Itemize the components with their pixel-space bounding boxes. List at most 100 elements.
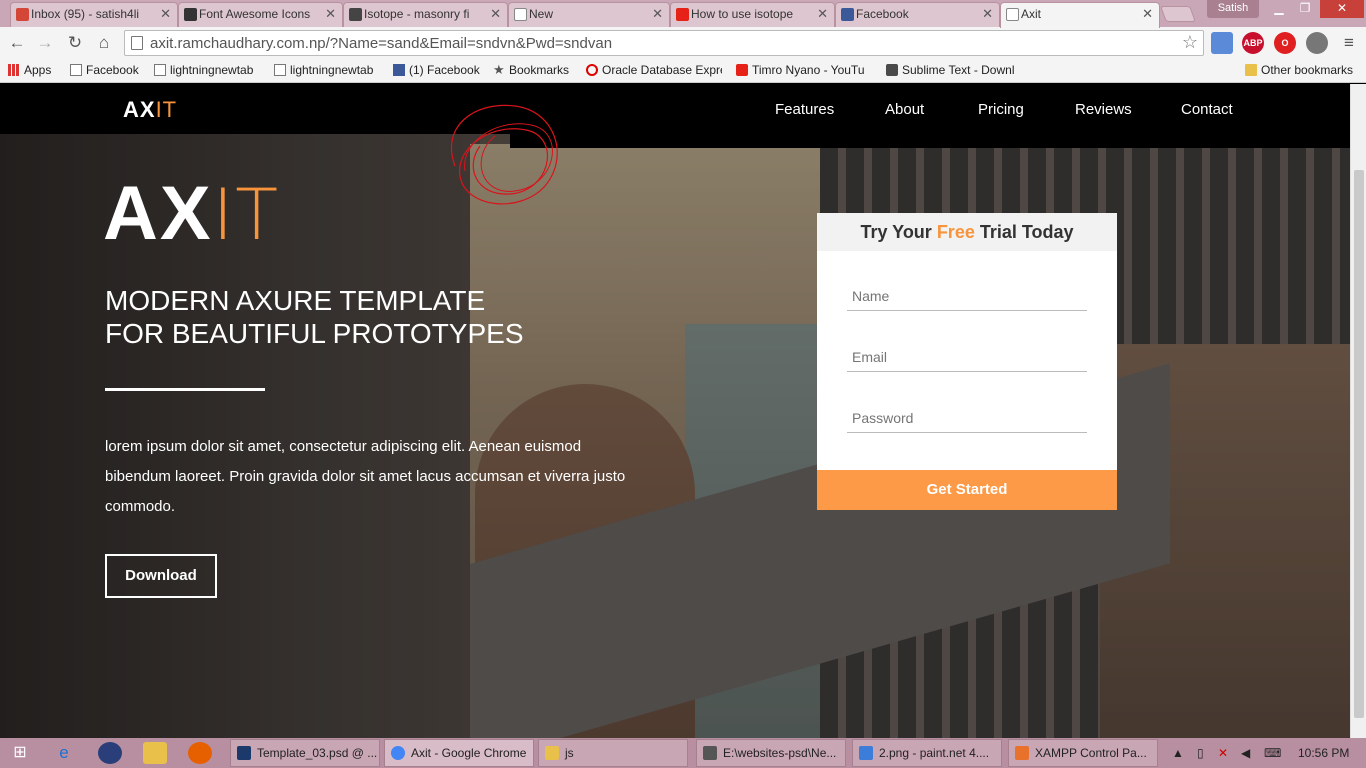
bookmark-sublime[interactable]: Sublime Text - Downl [886, 62, 1022, 79]
trial-signup-form: Try Your Free Trial Today Get Started [817, 213, 1117, 510]
isotope-icon [349, 8, 362, 21]
photoshop-icon [237, 746, 251, 760]
taskbar-clock[interactable]: 10:56 PM [1298, 746, 1349, 760]
hero-description: lorem ipsum dolor sit amet, consectetur … [105, 438, 626, 515]
file-explorer-icon[interactable] [143, 742, 167, 764]
address-bar[interactable]: axit.ramchaudhary.com.np/?Name=sand&Emai… [124, 30, 1204, 56]
page-icon [70, 64, 82, 76]
bookmark-facebook-notifications[interactable]: (1) Facebook [393, 62, 485, 79]
folder-icon [1245, 64, 1257, 76]
bookmark-youtube[interactable]: Timro Nyano - YouTu [736, 62, 872, 79]
gmail-icon [16, 8, 29, 21]
hero-divider [105, 388, 265, 391]
opera-extension-icon[interactable]: O [1274, 32, 1296, 54]
taskbar-js-folder[interactable]: js [538, 739, 688, 767]
chrome-icon [391, 746, 405, 760]
browser-toolbar: ← → ↻ ⌂ axit.ramchaudhary.com.np/?Name=s… [0, 27, 1366, 59]
home-icon[interactable]: ⌂ [93, 32, 115, 54]
bookmark-apps[interactable]: Apps [8, 62, 60, 79]
taskbar-chrome[interactable]: Axit - Google Chrome [384, 739, 534, 767]
tab-gmail[interactable]: Inbox (95) - satish4li ✕ [10, 2, 178, 27]
taskbar-xampp[interactable]: XAMPP Control Pa... [1008, 739, 1158, 767]
close-icon[interactable]: ✕ [325, 3, 336, 25]
page-viewport: AXIT Features About Pricing Reviews Cont… [0, 84, 1366, 738]
close-icon[interactable]: ✕ [817, 3, 828, 25]
bookmark-bookmarks[interactable]: ★ Bookmarks [493, 62, 575, 79]
globe-extension-icon[interactable] [1306, 32, 1328, 54]
tab-isotope[interactable]: Isotope - masonry fi ✕ [343, 2, 508, 27]
volume-icon[interactable]: ◀ [1241, 746, 1250, 760]
close-icon[interactable]: ✕ [982, 3, 993, 25]
youtube-icon [736, 64, 748, 76]
sublime-taskbar-icon[interactable] [98, 742, 122, 764]
facebook-icon [393, 64, 405, 76]
bookmark-facebook[interactable]: Facebook [70, 62, 145, 79]
network-icon[interactable]: ✕ [1218, 746, 1228, 760]
taskbar-explorer-path[interactable]: E:\websites-psd\Ne... [696, 739, 846, 767]
browser-tabstrip: Inbox (95) - satish4li ✕ Font Awesome Ico… [0, 0, 1366, 28]
bookmark-star-icon[interactable]: ☆ [1182, 32, 1198, 53]
page-scrollbar[interactable] [1350, 84, 1366, 738]
flag-icon [184, 8, 197, 21]
url-text[interactable]: axit.ramchaudhary.com.np/?Name=sand&Emai… [150, 35, 612, 52]
battery-icon[interactable]: ▯ [1197, 746, 1204, 760]
firefox-icon[interactable] [188, 742, 212, 764]
page-icon [274, 64, 286, 76]
bookmark-oracle[interactable]: Oracle Database Expre [586, 62, 722, 79]
page-icon [131, 36, 143, 50]
site-logo[interactable]: AXIT [123, 97, 177, 123]
tab-axit[interactable]: Axit ✕ [1000, 2, 1160, 28]
reload-icon[interactable]: ↻ [64, 32, 86, 54]
email-field[interactable] [847, 342, 1087, 372]
back-icon[interactable]: ← [6, 32, 28, 54]
page-icon [514, 8, 527, 21]
xampp-icon [1015, 746, 1029, 760]
adblock-icon[interactable]: ABP [1242, 32, 1264, 54]
window-close-icon[interactable]: ✕ [1320, 0, 1364, 18]
user-badge[interactable]: Satish [1207, 0, 1259, 18]
tab-font-awesome[interactable]: Font Awesome Icons ✕ [178, 2, 343, 27]
tab-new[interactable]: New ✕ [508, 2, 670, 27]
nav-pricing[interactable]: Pricing [978, 101, 1024, 118]
tab-youtube-isotope[interactable]: How to use isotope ✕ [670, 2, 835, 27]
new-tab-button[interactable] [1160, 6, 1196, 22]
bookmark-lightningnewtab-2[interactable]: lightningnewtab [274, 62, 384, 79]
menu-icon[interactable]: ≡ [1338, 32, 1360, 54]
internet-explorer-icon[interactable]: e [52, 742, 76, 764]
page-icon [1006, 8, 1019, 21]
taskbar-paintnet[interactable]: 2.png - paint.net 4.... [852, 739, 1002, 767]
forward-icon[interactable]: → [34, 32, 56, 54]
other-bookmarks[interactable]: Other bookmarks [1245, 62, 1363, 79]
taskbar-photoshop[interactable]: Template_03.psd @ ... [230, 739, 380, 767]
close-icon[interactable]: ✕ [490, 3, 501, 25]
bookmarks-bar: Apps Facebook lightningnewtab lightningn… [0, 59, 1366, 83]
get-started-button[interactable]: Get Started [817, 470, 1117, 510]
nav-about[interactable]: About [885, 101, 924, 118]
restore-icon[interactable]: ❐ [1291, 0, 1319, 18]
windows-taskbar: ⊞ e Template_03.psd @ ... Axit - Google … [0, 738, 1366, 768]
docs-extension-icon[interactable] [1211, 32, 1233, 54]
close-icon[interactable]: ✕ [1142, 3, 1153, 25]
download-button[interactable]: Download [105, 554, 217, 598]
facebook-icon [841, 8, 854, 21]
name-field[interactable] [847, 281, 1087, 311]
minimize-icon[interactable]: ▁ [1265, 0, 1293, 18]
language-icon[interactable]: ⌨ [1264, 746, 1281, 760]
tab-facebook[interactable]: Facebook ✕ [835, 2, 1000, 27]
form-title: Try Your Free Trial Today [817, 213, 1117, 251]
hero-logo: AXIT [103, 171, 280, 256]
tray-expand-icon[interactable]: ▲ [1172, 746, 1184, 760]
nav-features[interactable]: Features [775, 101, 834, 118]
bookmark-lightningnewtab-1[interactable]: lightningnewtab [154, 62, 264, 79]
hero-headline: MODERN AXURE TEMPLATE FOR BEAUTIFUL PROT… [105, 285, 524, 349]
red-scribble-annotation [450, 104, 558, 205]
nav-reviews[interactable]: Reviews [1075, 101, 1132, 118]
windows-start-icon[interactable]: ⊞ [8, 742, 32, 764]
nav-contact[interactable]: Contact [1181, 101, 1233, 118]
password-field[interactable] [847, 403, 1087, 433]
scrollbar-thumb[interactable] [1354, 170, 1364, 718]
close-icon[interactable]: ✕ [652, 3, 663, 25]
sublime-icon [886, 64, 898, 76]
close-icon[interactable]: ✕ [160, 3, 171, 25]
oracle-icon [586, 64, 598, 76]
